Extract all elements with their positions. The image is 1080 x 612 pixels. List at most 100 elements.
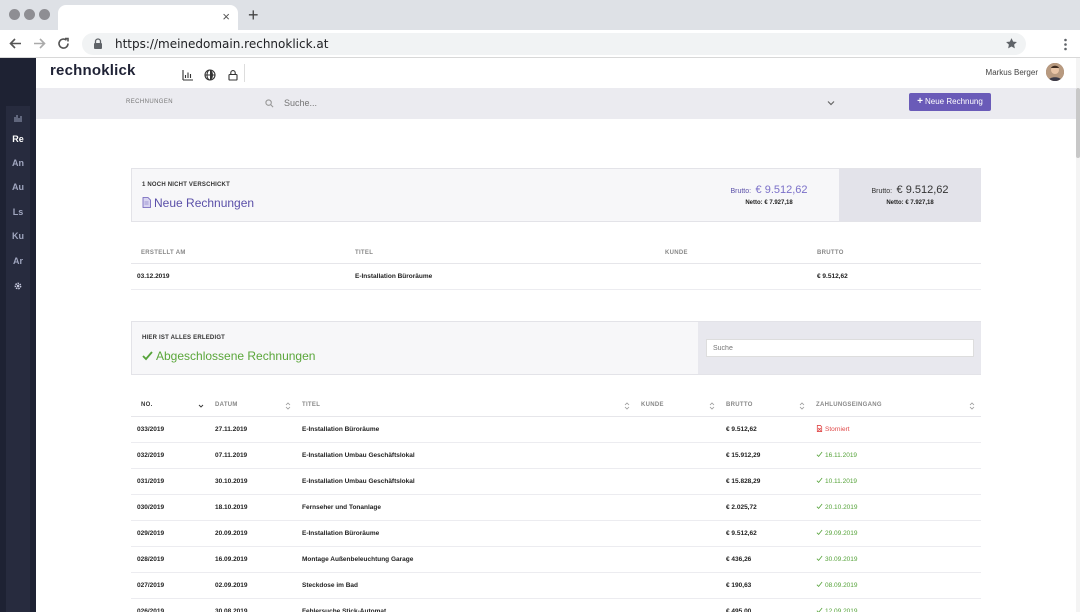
brutto-label: Brutto: — [730, 188, 752, 195]
sidebar-item-angebote[interactable]: An — [0, 153, 36, 173]
cell-date: 20.09.2019 — [210, 520, 297, 547]
cell-brutto: € 15.828,29 — [721, 468, 811, 495]
sidebar-item-statistics[interactable] — [0, 106, 36, 126]
column-header-title[interactable]: TITEL — [355, 243, 665, 264]
table-header-row: ERSTELLT AM TITEL KUNDE BRUTTO — [131, 243, 981, 264]
browser-tab-bar: × + — [0, 0, 1080, 30]
window-zoom-dot[interactable] — [39, 9, 50, 20]
sort-icon — [969, 402, 975, 410]
bookmark-star-icon[interactable] — [1005, 37, 1018, 50]
brutto-value: € 9.512,62 — [755, 184, 808, 196]
chevron-down-icon[interactable] — [826, 98, 836, 108]
browser-tab[interactable]: × — [58, 5, 238, 30]
column-header-payment[interactable]: ZAHLUNGSEINGANG — [811, 396, 981, 417]
table-row[interactable]: 030/2019 18.10.2019 Fernseher und Tonanlag… — [131, 494, 981, 521]
cell-payment-status: 08.09.2019 — [811, 572, 981, 599]
section-title: RECHNUNGEN — [126, 99, 174, 105]
table-row[interactable]: 026/2019 30.08.2019 Fehlersuche Stick-Auto… — [131, 598, 981, 612]
sidebar-item-kunden[interactable]: Ku — [0, 226, 36, 246]
table-row[interactable]: 032/2019 07.11.2019 E-Installation Umbau G… — [131, 442, 981, 469]
browser-menu-icon[interactable] — [1063, 38, 1068, 51]
sidebar-item-settings[interactable] — [0, 275, 36, 295]
sidebar-item-lieferscheine[interactable]: Ls — [0, 202, 36, 222]
cell-customer — [636, 598, 721, 612]
column-header-customer[interactable]: KUNDE — [636, 396, 721, 417]
avatar[interactable] — [1046, 63, 1064, 81]
cell-date: 27.11.2019 — [210, 416, 297, 443]
sidebar-item-rechnungen[interactable]: Re — [0, 129, 36, 149]
sort-icon — [624, 402, 630, 410]
cell-customer — [636, 494, 721, 521]
window-close-dot[interactable] — [9, 9, 20, 20]
new-tab-icon[interactable]: + — [248, 6, 259, 24]
page-scrollbar[interactable] — [1076, 58, 1080, 612]
payment-status-text: 10.11.2019 — [825, 478, 858, 485]
omnibox[interactable]: https://meinedomain.rechnoklick.at — [82, 33, 1026, 55]
completed-kicker: HIER IST ALLES ERLEDIGT — [142, 335, 226, 341]
pending-sum: Brutto: € 9.512,62 Netto: € 7.927,18 — [698, 180, 840, 232]
cell-title: E-Installation Umbau Geschäftslokal — [297, 442, 636, 469]
column-header-no-label: NO. — [141, 401, 153, 408]
table-row[interactable]: 031/2019 30.10.2019 E-Installation Umbau G… — [131, 468, 981, 495]
cell-payment-status: Storniert — [811, 416, 981, 443]
cell-payment-status: 20.10.2019 — [811, 494, 981, 521]
scrollbar-thumb[interactable] — [1076, 88, 1080, 158]
column-header-customer[interactable]: KUNDE — [665, 243, 817, 264]
completed-title-text: Abgeschlossene Rechnungen — [156, 349, 316, 363]
url-text: https://meinedomain.rechnoklick.at — [115, 37, 329, 51]
column-header-title[interactable]: TITEL — [297, 396, 636, 417]
gear-icon — [14, 282, 22, 290]
table-row[interactable]: 027/2019 02.09.2019 Steckdose im Bad € 190,… — [131, 572, 981, 599]
window-minimize-dot[interactable] — [24, 9, 35, 20]
close-tab-icon[interactable]: × — [222, 9, 230, 25]
table-row[interactable]: 03.12.2019 E-Installation Büroräume € 9.… — [131, 263, 981, 290]
search-input[interactable] — [284, 96, 834, 110]
padlock-icon[interactable] — [227, 69, 239, 81]
cell-payment-status: 30.09.2019 — [811, 546, 981, 573]
checkmark-icon — [816, 607, 823, 612]
column-header-brutto[interactable]: BRUTTO — [817, 243, 981, 264]
column-header-brutto[interactable]: BRUTTO — [721, 396, 811, 417]
globe-icon[interactable] — [204, 69, 217, 81]
reload-icon[interactable] — [57, 37, 70, 50]
total-netto-label: Netto: — [886, 200, 904, 206]
checkmark-icon — [816, 555, 823, 562]
completed-search-input[interactable] — [706, 339, 974, 357]
forward-icon[interactable] — [33, 37, 46, 50]
back-icon[interactable] — [9, 37, 22, 50]
sidebar-item-auftraege[interactable]: Au — [0, 177, 36, 197]
cell-brutto: € 9.512,62 — [721, 520, 811, 547]
column-header-no[interactable]: NO. — [131, 396, 210, 417]
pending-title[interactable]: Neue Rechnungen — [142, 196, 254, 210]
sort-icon — [709, 402, 715, 410]
payment-status-text: 08.09.2019 — [825, 582, 858, 589]
cell-date: 18.10.2019 — [210, 494, 297, 521]
sidebar-item-artikel[interactable]: Ar — [0, 251, 36, 271]
cell-date: 30.08.2019 — [210, 598, 297, 612]
cell-title: E-Installation Büroräume — [297, 520, 636, 547]
table-row[interactable]: 028/2019 16.09.2019 Montage Außenbeleuchtu… — [131, 546, 981, 573]
cell-customer — [665, 263, 817, 290]
cell-title: E-Installation Büroräume — [355, 263, 665, 290]
cell-payment-status: 10.11.2019 — [811, 468, 981, 495]
new-invoice-button[interactable]: + Neue Rechnung — [909, 93, 991, 111]
cell-no: 029/2019 — [131, 520, 210, 547]
cell-no: 033/2019 — [131, 416, 210, 443]
document-icon — [142, 197, 151, 208]
pending-total-sum: Brutto: € 9.512,62 Netto: € 7.927,18 — [839, 169, 981, 221]
user-name[interactable]: Markus Berger — [986, 68, 1038, 77]
app-logo[interactable]: rechnoklick — [50, 62, 136, 79]
column-header-created[interactable]: ERSTELLT AM — [131, 243, 355, 264]
completed-title[interactable]: Abgeschlossene Rechnungen — [142, 349, 315, 363]
cell-customer — [636, 572, 721, 599]
cell-title: Fernseher und Tonanlage — [297, 494, 636, 521]
cell-title: E-Installation Umbau Geschäftslokal — [297, 468, 636, 495]
statistics-icon[interactable] — [182, 69, 194, 81]
checkmark-icon — [816, 529, 823, 536]
plus-icon: + — [917, 96, 923, 107]
payment-status-text: 12.09.2019 — [825, 608, 858, 612]
table-row[interactable]: 033/2019 27.11.2019 E-Installation Büroräu… — [131, 416, 981, 443]
table-row[interactable]: 029/2019 20.09.2019 E-Installation Büroräu… — [131, 520, 981, 547]
column-header-date[interactable]: DATUM — [210, 396, 297, 417]
cell-customer — [636, 520, 721, 547]
